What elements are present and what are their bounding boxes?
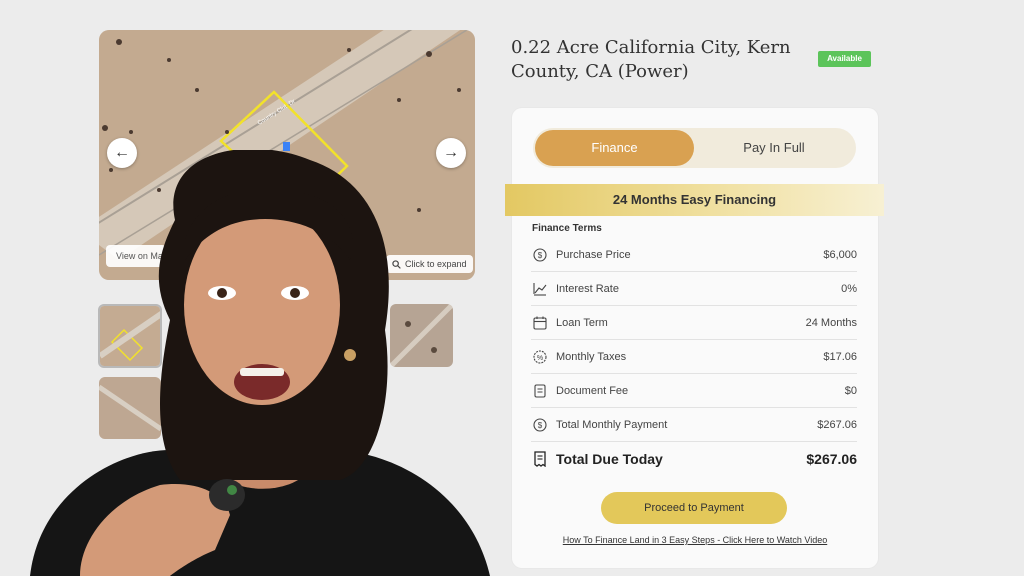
- term-label: Monthly Taxes: [556, 350, 627, 363]
- dollar-circle-icon: $: [531, 416, 549, 434]
- term-row-purchase-price: $ Purchase Price $6,000: [531, 238, 857, 272]
- term-value: $267.06: [817, 418, 857, 431]
- term-label: Total Monthly Payment: [556, 418, 668, 431]
- term-row-total-monthly-payment: $ Total Monthly Payment $267.06: [531, 408, 857, 442]
- svg-text:%: %: [537, 355, 543, 362]
- total-label: Total Due Today: [556, 451, 663, 467]
- term-row-document-fee: Document Fee $0: [531, 374, 857, 408]
- term-label: Loan Term: [556, 316, 608, 329]
- tax-badge-icon: %: [531, 348, 549, 366]
- proceed-to-payment-button[interactable]: Proceed to Payment: [601, 492, 787, 524]
- total-due-row: Total Due Today $267.06: [531, 442, 857, 476]
- term-value: $17.06: [823, 350, 857, 363]
- dollar-circle-icon: $: [531, 246, 549, 264]
- finance-terms-heading: Finance Terms: [532, 223, 602, 234]
- trend-line-icon: [531, 280, 549, 298]
- listing-title: 0.22 Acre California City, Kern County, …: [511, 37, 791, 82]
- financing-banner: 24 Months Easy Financing: [505, 184, 884, 216]
- term-value: $0: [844, 384, 857, 397]
- term-row-loan-term: Loan Term 24 Months: [531, 306, 857, 340]
- term-value: 24 Months: [805, 316, 857, 329]
- status-badge: Available: [818, 51, 871, 67]
- svg-text:$: $: [538, 251, 543, 260]
- calendar-icon: [531, 314, 549, 332]
- receipt-icon: [531, 450, 549, 468]
- document-icon: [531, 382, 549, 400]
- total-value: $267.06: [806, 451, 857, 467]
- term-value: 0%: [841, 282, 857, 295]
- term-value: $6,000: [823, 248, 857, 261]
- term-row-monthly-taxes: % Monthly Taxes $17.06: [531, 340, 857, 374]
- tab-pay-in-full[interactable]: Pay In Full: [694, 130, 854, 166]
- presenter-video-overlay: [30, 150, 490, 576]
- term-label: Purchase Price: [556, 248, 631, 261]
- term-label: Document Fee: [556, 384, 629, 397]
- finance-video-link[interactable]: How To Finance Land in 3 Easy Steps - Cl…: [512, 535, 878, 545]
- term-label: Interest Rate: [556, 282, 619, 295]
- tab-finance[interactable]: Finance: [535, 130, 694, 166]
- term-row-interest-rate: Interest Rate 0%: [531, 272, 857, 306]
- svg-text:$: $: [538, 421, 543, 430]
